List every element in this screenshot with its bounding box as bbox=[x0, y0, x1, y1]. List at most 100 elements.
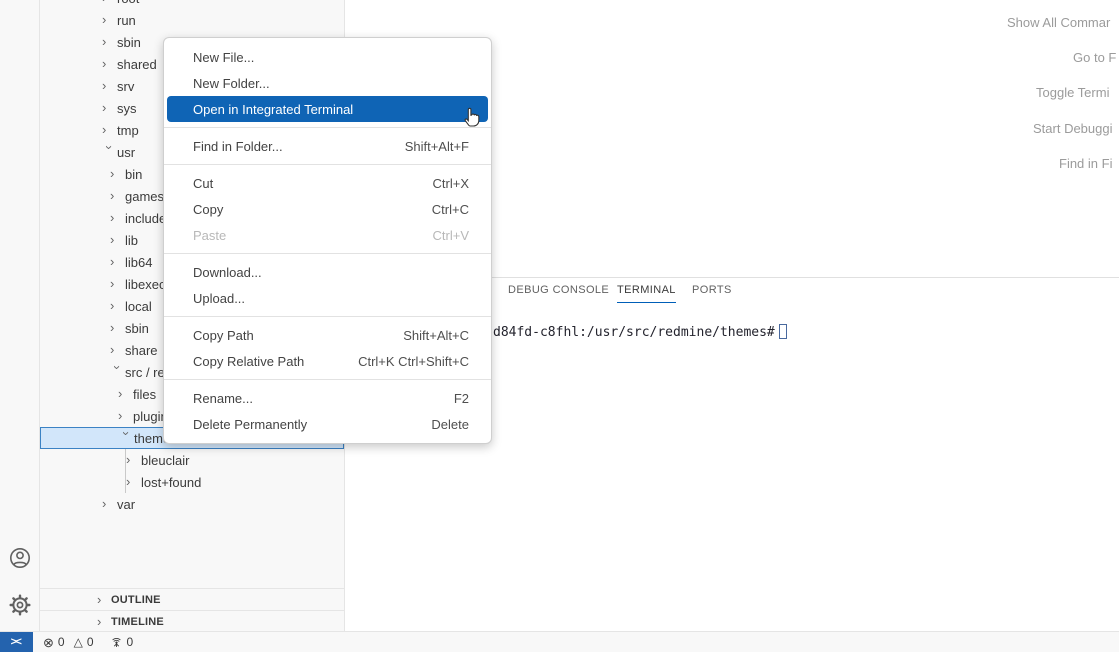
menu-item-delete-permanently[interactable]: Delete Permanently Delete bbox=[164, 411, 491, 437]
terminal-cursor bbox=[779, 324, 787, 339]
chevron-right-icon: › bbox=[102, 119, 117, 141]
chevron-right-icon: › bbox=[110, 185, 125, 207]
tree-item-label: srv bbox=[117, 79, 134, 94]
tree-item-run[interactable]: ›run bbox=[40, 9, 344, 31]
watermark-go-to-file: Go to F bbox=[1073, 50, 1116, 65]
problems-status[interactable]: ⊗ 0 △ 0 bbox=[43, 635, 94, 649]
watermark-toggle-terminal: Toggle Termi bbox=[1036, 85, 1109, 100]
chevron-right-icon: › bbox=[102, 75, 117, 97]
menu-separator bbox=[164, 127, 491, 128]
context-menu: New File... New Folder... Open in Integr… bbox=[163, 37, 492, 444]
terminal-prompt-line[interactable]: d84fd-c8fhl:/usr/src/redmine/themes# bbox=[493, 324, 787, 340]
chevron-right-icon: › bbox=[118, 383, 133, 405]
tree-item-label: lib bbox=[125, 233, 138, 248]
menu-item-label: Download... bbox=[193, 265, 262, 280]
chevron-right-icon: › bbox=[110, 163, 125, 185]
tree-item-label: libexec bbox=[125, 277, 165, 292]
section-label: TIMELINE bbox=[111, 616, 164, 628]
menu-item-label: Upload... bbox=[193, 291, 245, 306]
tab-ports[interactable]: PORTS bbox=[692, 278, 732, 303]
gear-icon[interactable] bbox=[8, 593, 32, 617]
chevron-right-icon: › bbox=[118, 405, 133, 427]
tree-item-label: lost+found bbox=[141, 475, 201, 490]
chevron-right-icon: › bbox=[110, 273, 125, 295]
watermark-show-all-commands: Show All Commar bbox=[1007, 15, 1110, 30]
account-icon[interactable] bbox=[8, 546, 32, 570]
section-label: OUTLINE bbox=[111, 594, 161, 606]
menu-item-label: New Folder... bbox=[193, 76, 270, 91]
menu-shortcut: Ctrl+V bbox=[433, 228, 469, 243]
tree-item-root[interactable]: ›root bbox=[40, 0, 344, 9]
timeline-section-header[interactable]: ›TIMELINE bbox=[40, 610, 344, 631]
menu-item-download[interactable]: Download... bbox=[164, 259, 491, 285]
chevron-right-icon: › bbox=[110, 207, 125, 229]
menu-shortcut: Shift+Alt+C bbox=[403, 328, 469, 343]
menu-item-cut[interactable]: CutCtrl+X bbox=[164, 170, 491, 196]
tab-debug-console[interactable]: DEBUG CONSOLE bbox=[508, 278, 609, 303]
ports-status[interactable]: 0 bbox=[110, 635, 134, 649]
menu-item-open-in-integrated-terminal[interactable]: Open in Integrated Terminal bbox=[167, 96, 488, 122]
chevron-right-icon: › bbox=[102, 9, 117, 31]
menu-shortcut: Ctrl+K Ctrl+Shift+C bbox=[358, 354, 469, 369]
menu-shortcut: F2 bbox=[454, 391, 469, 406]
tree-item-var[interactable]: ›var bbox=[40, 493, 344, 515]
tree-item-label: root bbox=[117, 0, 139, 6]
menu-shortcut: Ctrl+C bbox=[432, 202, 469, 217]
warning-count: 0 bbox=[87, 635, 94, 649]
chevron-down-icon: › bbox=[98, 145, 120, 160]
menu-separator bbox=[164, 164, 491, 165]
tab-terminal[interactable]: TERMINAL bbox=[617, 278, 676, 303]
menu-shortcut: Delete bbox=[431, 417, 469, 432]
tree-item-bleuclair[interactable]: ›bleuclair bbox=[40, 449, 344, 471]
chevron-right-icon: › bbox=[110, 295, 125, 317]
chevron-right-icon: › bbox=[97, 611, 111, 632]
chevron-right-icon: › bbox=[102, 0, 117, 9]
menu-item-upload[interactable]: Upload... bbox=[164, 285, 491, 311]
menu-item-label: Find in Folder... bbox=[193, 139, 283, 154]
menu-shortcut: Shift+Alt+F bbox=[405, 139, 469, 154]
chevron-right-icon: › bbox=[102, 31, 117, 53]
menu-item-rename[interactable]: Rename... F2 bbox=[164, 385, 491, 411]
chevron-right-icon: › bbox=[102, 493, 117, 515]
tree-item-label: run bbox=[117, 13, 136, 28]
chevron-right-icon: › bbox=[102, 97, 117, 119]
watermark-start-debugging: Start Debuggi bbox=[1033, 121, 1113, 136]
menu-item-find-in-folder[interactable]: Find in Folder... Shift+Alt+F bbox=[164, 133, 491, 159]
ports-count: 0 bbox=[127, 635, 134, 649]
menu-item-label: Delete Permanently bbox=[193, 417, 307, 432]
menu-item-copy-relative-path[interactable]: Copy Relative PathCtrl+K Ctrl+Shift+C bbox=[164, 348, 491, 374]
tree-item-label: local bbox=[125, 299, 152, 314]
menu-item-new-folder[interactable]: New Folder... bbox=[164, 70, 491, 96]
remote-icon: >< bbox=[11, 636, 21, 648]
menu-shortcut: Ctrl+X bbox=[433, 176, 469, 191]
menu-item-copy[interactable]: CopyCtrl+C bbox=[164, 196, 491, 222]
tree-item-label: files bbox=[133, 387, 156, 402]
tree-item-label: sys bbox=[117, 101, 137, 116]
tree-item-label: games bbox=[125, 189, 164, 204]
chevron-right-icon: › bbox=[110, 251, 125, 273]
menu-item-new-file[interactable]: New File... bbox=[164, 44, 491, 70]
chevron-right-icon: › bbox=[102, 53, 117, 75]
remote-indicator[interactable]: >< bbox=[0, 632, 33, 652]
menu-separator bbox=[164, 253, 491, 254]
menu-item-label: Rename... bbox=[193, 391, 253, 406]
menu-item-label: Open in Integrated Terminal bbox=[193, 102, 353, 117]
vscode-window: ›root ›run ›sbin ›shared ›srv ›sys ›tmp … bbox=[0, 0, 1119, 652]
menu-item-copy-path[interactable]: Copy Path Shift+Alt+C bbox=[164, 322, 491, 348]
indent-guide bbox=[125, 449, 126, 493]
error-icon: ⊗ bbox=[43, 636, 54, 649]
tree-item-lost-found[interactable]: ›lost+found bbox=[40, 471, 344, 493]
watermark-find-in-files: Find in Fi bbox=[1059, 156, 1112, 171]
warning-icon: △ bbox=[74, 636, 83, 648]
tree-item-label: bleuclair bbox=[141, 453, 189, 468]
tree-item-label: lib64 bbox=[125, 255, 152, 270]
error-count: 0 bbox=[58, 635, 65, 649]
tree-item-label: shared bbox=[117, 57, 157, 72]
chevron-right-icon: › bbox=[110, 229, 125, 251]
menu-item-label: Copy Path bbox=[193, 328, 254, 343]
chevron-right-icon: › bbox=[97, 589, 111, 611]
outline-section-header[interactable]: ›OUTLINE bbox=[40, 588, 344, 610]
menu-separator bbox=[164, 316, 491, 317]
menu-item-label: New File... bbox=[193, 50, 254, 65]
broadcast-icon bbox=[110, 636, 123, 649]
